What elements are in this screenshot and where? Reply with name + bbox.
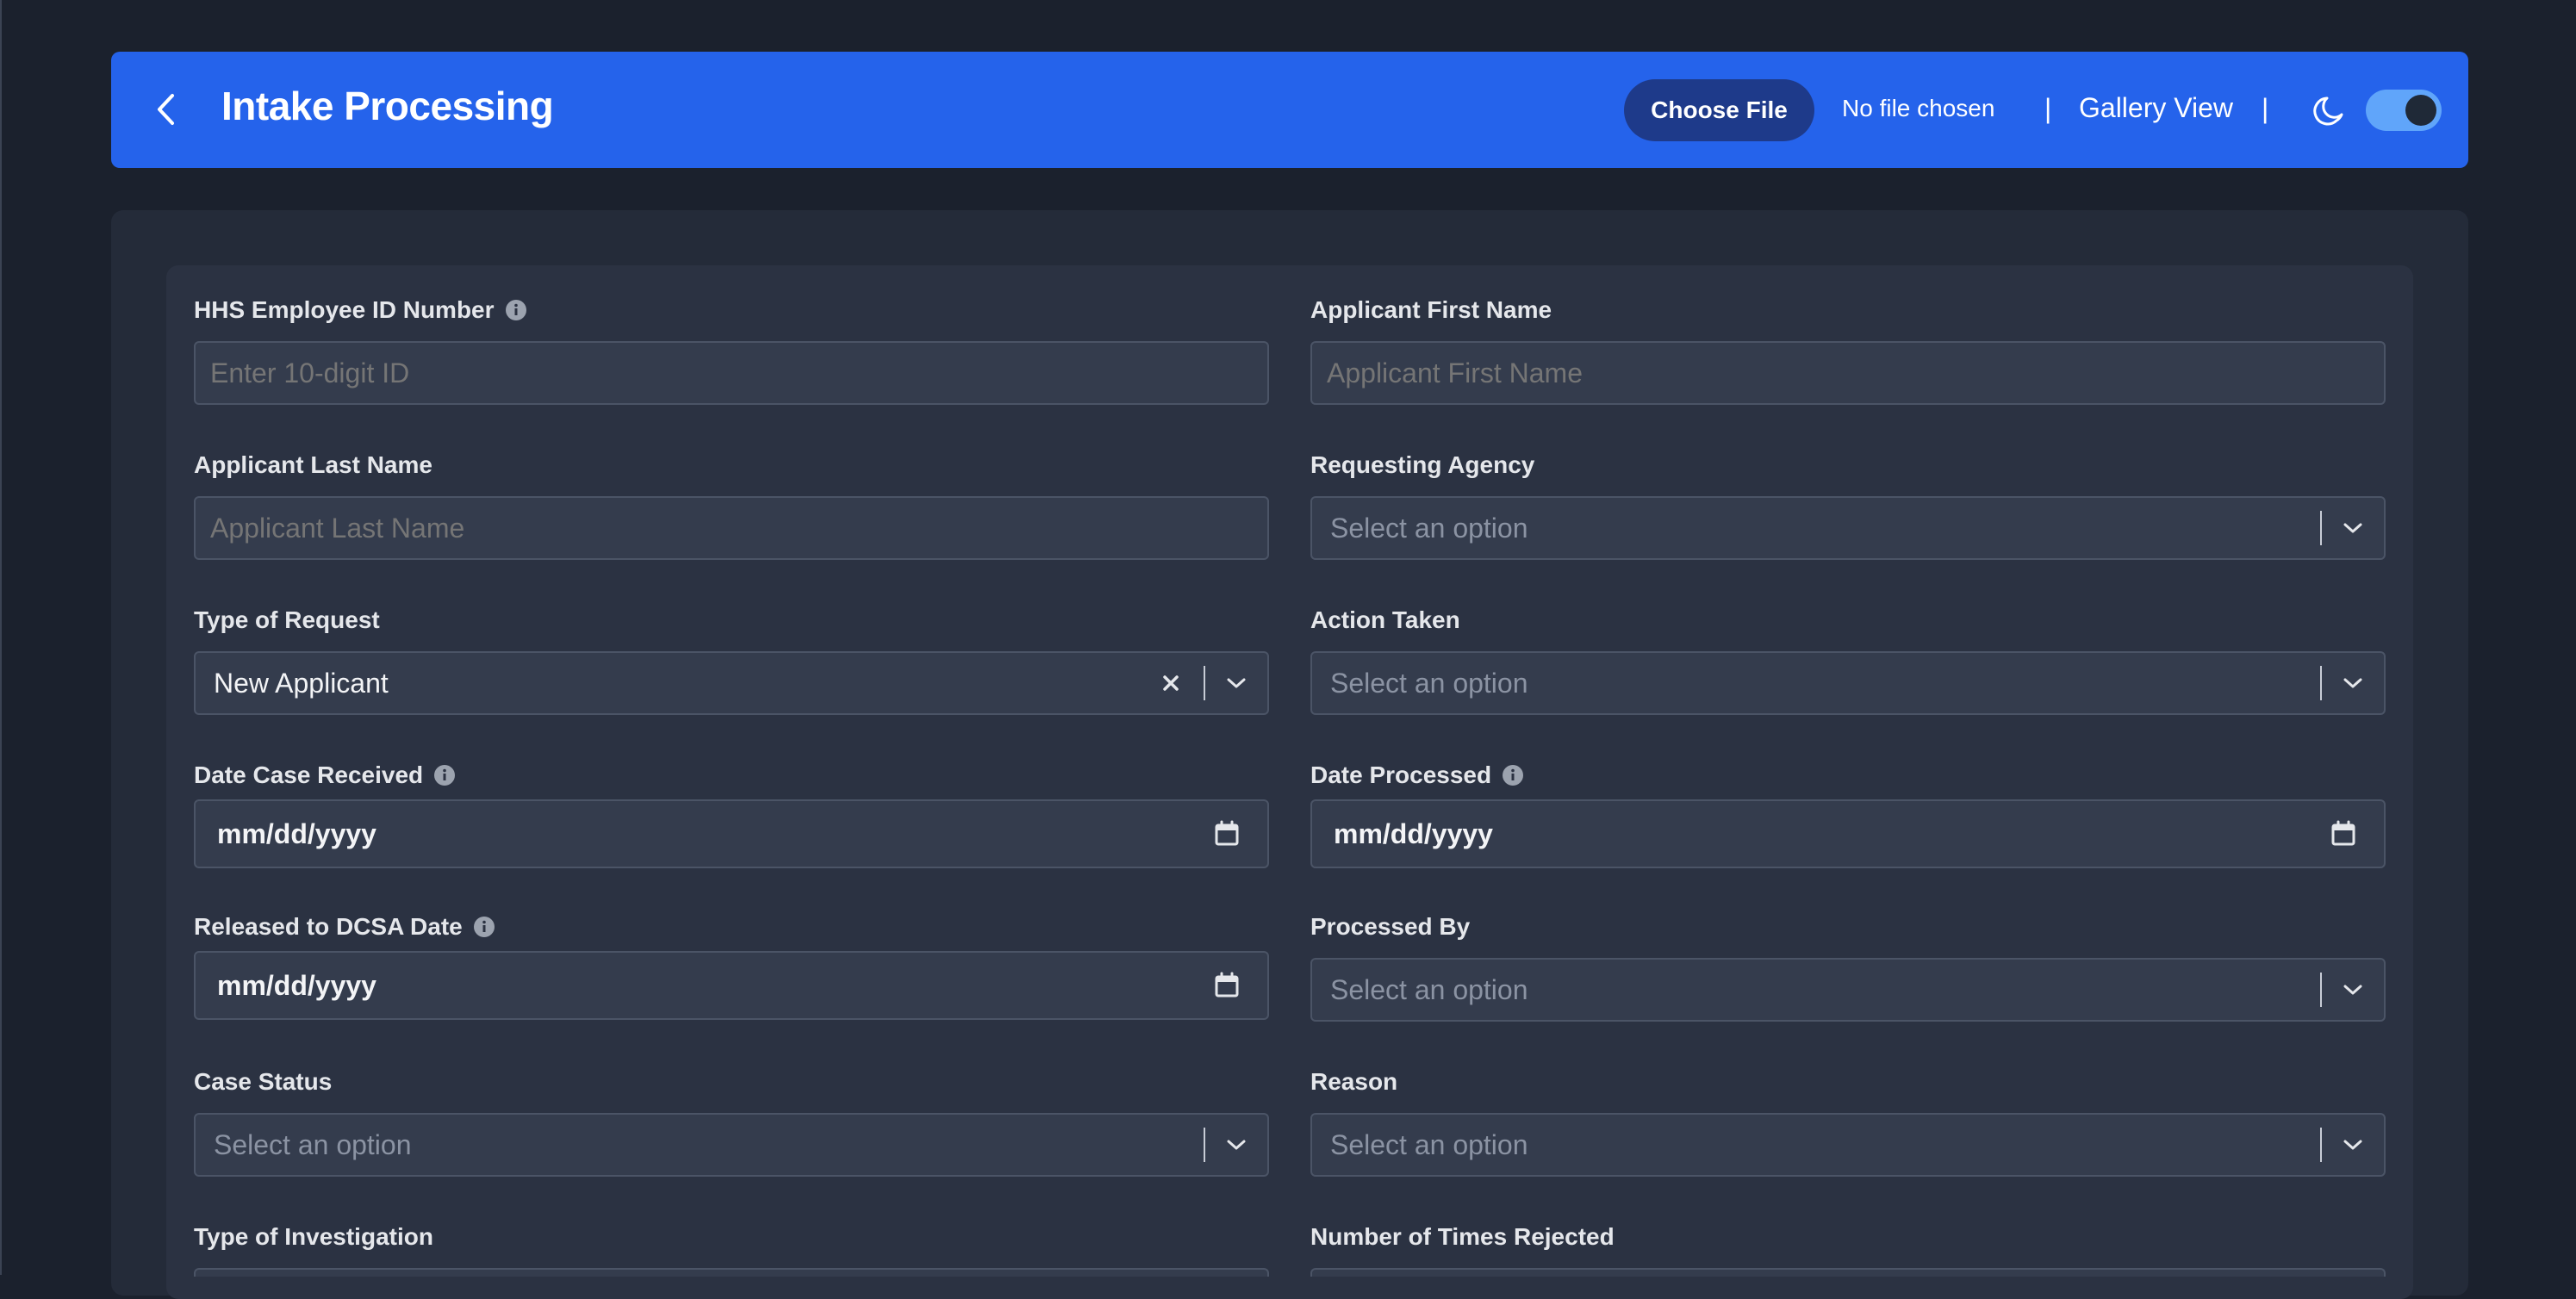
- info-icon[interactable]: [1502, 764, 1524, 786]
- select-value: New Applicant: [214, 667, 389, 699]
- hhs-employee-id-input[interactable]: [194, 341, 1269, 405]
- select-placeholder: Select an option: [1330, 1128, 1528, 1160]
- label-text: Date Case Received: [194, 761, 424, 788]
- case-status-select[interactable]: Select an option: [194, 1113, 1269, 1177]
- requesting-agency-label: Requesting Agency: [1310, 451, 1534, 479]
- select-placeholder: Select an option: [1330, 973, 1528, 1005]
- label-text: Applicant First Name: [1310, 296, 1552, 323]
- label-text: Requesting Agency: [1310, 451, 1535, 478]
- action-taken-select[interactable]: Select an option: [1310, 651, 2386, 715]
- chevron-left-icon: [158, 94, 174, 125]
- chevron-down-icon[interactable]: [2322, 959, 2384, 1021]
- calendar-icon[interactable]: [2329, 819, 2358, 848]
- processed-by-label: Processed By: [1310, 913, 1470, 941]
- released-to-dcsa-date-label: Released to DCSA Date: [194, 913, 495, 941]
- dark-mode-toggle[interactable]: [2366, 90, 2442, 131]
- date-value: mm/dd/yyyy: [217, 817, 376, 849]
- header-separator: |: [2262, 93, 2269, 124]
- file-status-text: No file chosen: [1842, 95, 1995, 121]
- type-of-request-label: Type of Request: [194, 606, 380, 634]
- hhs-employee-id-label: HHS Employee ID Number: [194, 296, 527, 324]
- select-placeholder: Select an option: [1330, 512, 1528, 544]
- select-placeholder: Select an option: [1330, 667, 1528, 699]
- info-icon[interactable]: [433, 764, 456, 786]
- calendar-icon[interactable]: [1212, 971, 1241, 1000]
- label-text: Released to DCSA Date: [194, 913, 463, 940]
- applicant-first-name-label: Applicant First Name: [1310, 296, 1552, 324]
- type-of-request-select[interactable]: New Applicant: [194, 651, 1269, 715]
- calendar-icon[interactable]: [1212, 819, 1241, 848]
- label-text: Type of Investigation: [194, 1223, 433, 1250]
- label-text: Action Taken: [1310, 606, 1460, 633]
- requesting-agency-select[interactable]: Select an option: [1310, 496, 2386, 560]
- info-icon[interactable]: [505, 299, 527, 321]
- select-placeholder: Select an option: [214, 1128, 412, 1160]
- chevron-down-icon[interactable]: [2322, 652, 2384, 714]
- chevron-down-icon[interactable]: [1205, 1114, 1267, 1176]
- date-value: mm/dd/yyyy: [217, 969, 376, 1001]
- number-of-times-rejected-input[interactable]: [1310, 1268, 2386, 1277]
- chevron-down-icon[interactable]: [2322, 497, 2384, 559]
- date-case-received-label: Date Case Received: [194, 761, 456, 789]
- label-text: HHS Employee ID Number: [194, 296, 495, 323]
- chevron-down-icon[interactable]: [2322, 1114, 2384, 1176]
- chevron-down-icon[interactable]: [1205, 652, 1267, 714]
- header-separator: |: [2044, 93, 2052, 124]
- type-of-investigation-label: Type of Investigation: [194, 1223, 433, 1251]
- label-text: Case Status: [194, 1068, 333, 1095]
- date-processed-label: Date Processed: [1310, 761, 1524, 789]
- info-icon[interactable]: [473, 916, 495, 938]
- page-title: Intake Processing: [221, 84, 554, 128]
- label-text: Processed By: [1310, 913, 1471, 940]
- label-text: Date Processed: [1310, 761, 1492, 788]
- label-text: Number of Times Rejected: [1310, 1223, 1615, 1250]
- date-case-received-input[interactable]: mm/dd/yyyy: [194, 799, 1269, 868]
- case-status-label: Case Status: [194, 1068, 332, 1096]
- applicant-last-name-input[interactable]: [194, 496, 1269, 560]
- applicant-first-name-input[interactable]: [1310, 341, 2386, 405]
- back-button[interactable]: [146, 88, 184, 131]
- applicant-last-name-label: Applicant Last Name: [194, 451, 432, 479]
- date-processed-input[interactable]: mm/dd/yyyy: [1310, 799, 2386, 868]
- processed-by-select[interactable]: Select an option: [1310, 958, 2386, 1022]
- label-text: Reason: [1310, 1068, 1398, 1095]
- date-value: mm/dd/yyyy: [1334, 817, 1493, 849]
- reason-label: Reason: [1310, 1068, 1397, 1096]
- released-to-dcsa-date-input[interactable]: mm/dd/yyyy: [194, 951, 1269, 1020]
- label-text: Applicant Last Name: [194, 451, 432, 478]
- toggle-knob: [2405, 95, 2436, 126]
- number-of-times-rejected-label: Number of Times Rejected: [1310, 1223, 1615, 1251]
- reason-select[interactable]: Select an option: [1310, 1113, 2386, 1177]
- label-text: Type of Request: [194, 606, 380, 633]
- action-taken-label: Action Taken: [1310, 606, 1460, 634]
- moon-icon[interactable]: [2311, 91, 2349, 129]
- gallery-view-link[interactable]: Gallery View: [2079, 92, 2233, 124]
- type-of-investigation-select[interactable]: [194, 1268, 1269, 1277]
- choose-file-button[interactable]: Choose File: [1624, 79, 1814, 141]
- close-icon[interactable]: [1154, 666, 1188, 700]
